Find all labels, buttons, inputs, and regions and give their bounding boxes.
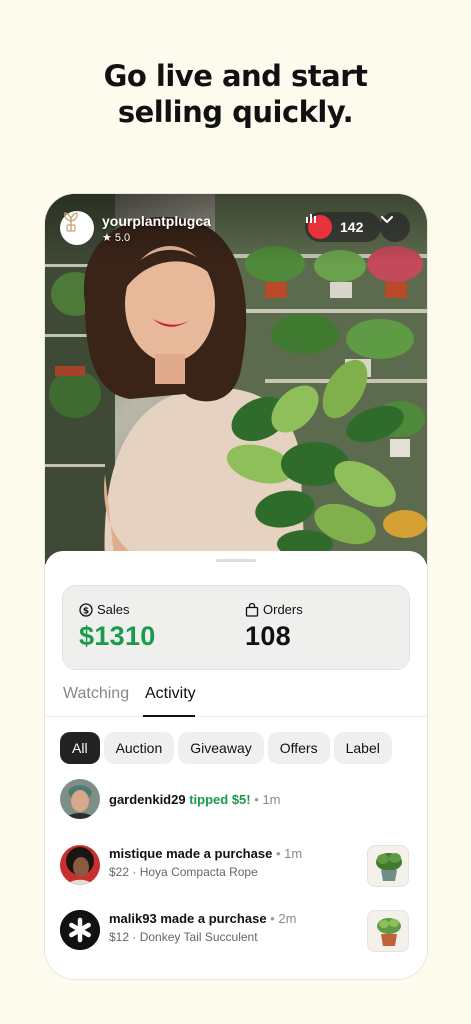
separator: •: [270, 911, 275, 926]
live-indicator: [306, 214, 332, 239]
separator: •: [275, 846, 281, 861]
shopping-bag-icon: [245, 602, 259, 617]
sales-value: $1310: [79, 621, 156, 651]
headline-line-1: Go live and start: [103, 59, 368, 93]
activity-action: made a purchase: [160, 911, 267, 926]
purchase-detail: $22 · Hoya Compacta Rope: [109, 865, 258, 879]
active-tab-indicator: [143, 715, 195, 717]
host-username[interactable]: yourplantplugca: [102, 213, 211, 229]
filter-label[interactable]: Label: [333, 732, 392, 764]
purchase-price: $12: [109, 930, 130, 944]
sales-label: Sales: [97, 602, 130, 617]
user-photo-icon: [60, 845, 100, 885]
tab-activity[interactable]: Activity: [145, 685, 196, 703]
orders-label: Orders: [263, 602, 303, 617]
detail-separator: ·: [132, 865, 137, 879]
activity-text: malik93 made a purchase • 2m: [109, 911, 296, 926]
avatar[interactable]: [60, 910, 100, 950]
product-name: Hoya Compacta Rope: [139, 865, 258, 879]
activity-item[interactable]: mistique made a purchase • 1m $22 · Hoya…: [45, 843, 427, 887]
potted-plant-icon: [377, 918, 401, 946]
orders-stat: Orders 108: [245, 602, 303, 652]
star-icon: ★: [102, 232, 112, 244]
avatar[interactable]: [60, 845, 100, 885]
orders-value: 108: [245, 621, 291, 651]
filter-offers[interactable]: Offers: [267, 732, 330, 764]
activity-sheet: $ Sales $1310 Orders 108 Watching Activi…: [45, 551, 427, 979]
viewer-count-badge[interactable]: 142: [305, 212, 381, 242]
live-video[interactable]: yourplantplugca ★ 5.0 142: [45, 194, 427, 564]
activity-action: tipped $5!: [189, 792, 251, 807]
purchase-price: $22: [109, 865, 130, 879]
host-rating: ★ 5.0: [102, 231, 131, 245]
headline-line-2: selling quickly.: [117, 95, 354, 129]
activity-time: 1m: [284, 846, 303, 861]
filter-chips: All Auction Giveaway Offers Label: [60, 732, 392, 764]
headline: Go live and start selling quickly.: [0, 58, 471, 130]
activity-action: made a purchase: [166, 846, 273, 861]
tab-bar: Watching Activity: [45, 677, 427, 717]
sheet-grabber[interactable]: [216, 559, 256, 562]
potted-plant-icon: [376, 853, 402, 881]
avatar[interactable]: [60, 779, 100, 819]
asterisk-logo-icon: [60, 910, 100, 950]
live-bars-icon: [306, 214, 316, 223]
user-photo-icon: [60, 779, 100, 819]
detail-separator: ·: [132, 930, 137, 944]
viewer-count: 142: [340, 219, 364, 235]
activity-item[interactable]: malik93 made a purchase • 2m $12 · Donke…: [45, 908, 427, 952]
activity-username[interactable]: malik93: [109, 911, 157, 926]
filter-giveaway[interactable]: Giveaway: [178, 732, 264, 764]
chevron-down-icon: [381, 216, 393, 223]
live-video-illustration: [45, 194, 427, 564]
separator: •: [254, 792, 259, 807]
product-thumbnail[interactable]: [367, 845, 409, 887]
host-avatar[interactable]: [60, 211, 94, 245]
activity-time: 2m: [278, 911, 297, 926]
activity-time: 1m: [262, 792, 281, 807]
svg-text:$: $: [83, 606, 89, 616]
product-thumbnail[interactable]: [367, 910, 409, 952]
activity-username[interactable]: mistique: [109, 846, 162, 861]
activity-item[interactable]: gardenkid29 tipped $5! • 1m: [45, 779, 427, 823]
activity-username[interactable]: gardenkid29: [109, 792, 186, 807]
dollar-icon: $: [79, 602, 93, 617]
product-name: Donkey Tail Succulent: [139, 930, 258, 944]
tab-watching[interactable]: Watching: [63, 685, 129, 703]
filter-auction[interactable]: Auction: [103, 732, 175, 764]
collapse-button[interactable]: [380, 212, 410, 242]
stats-card: $ Sales $1310 Orders 108: [62, 585, 410, 670]
activity-text: gardenkid29 tipped $5! • 1m: [109, 792, 281, 807]
activity-text: mistique made a purchase • 1m: [109, 846, 302, 861]
plant-logo-icon: [64, 212, 78, 232]
purchase-detail: $12 · Donkey Tail Succulent: [109, 930, 258, 944]
rating-value: 5.0: [114, 231, 131, 244]
sales-stat: $ Sales $1310: [79, 602, 156, 652]
phone-frame: yourplantplugca ★ 5.0 142 $ Sales $1310 …: [45, 194, 427, 979]
filter-all[interactable]: All: [60, 732, 100, 764]
